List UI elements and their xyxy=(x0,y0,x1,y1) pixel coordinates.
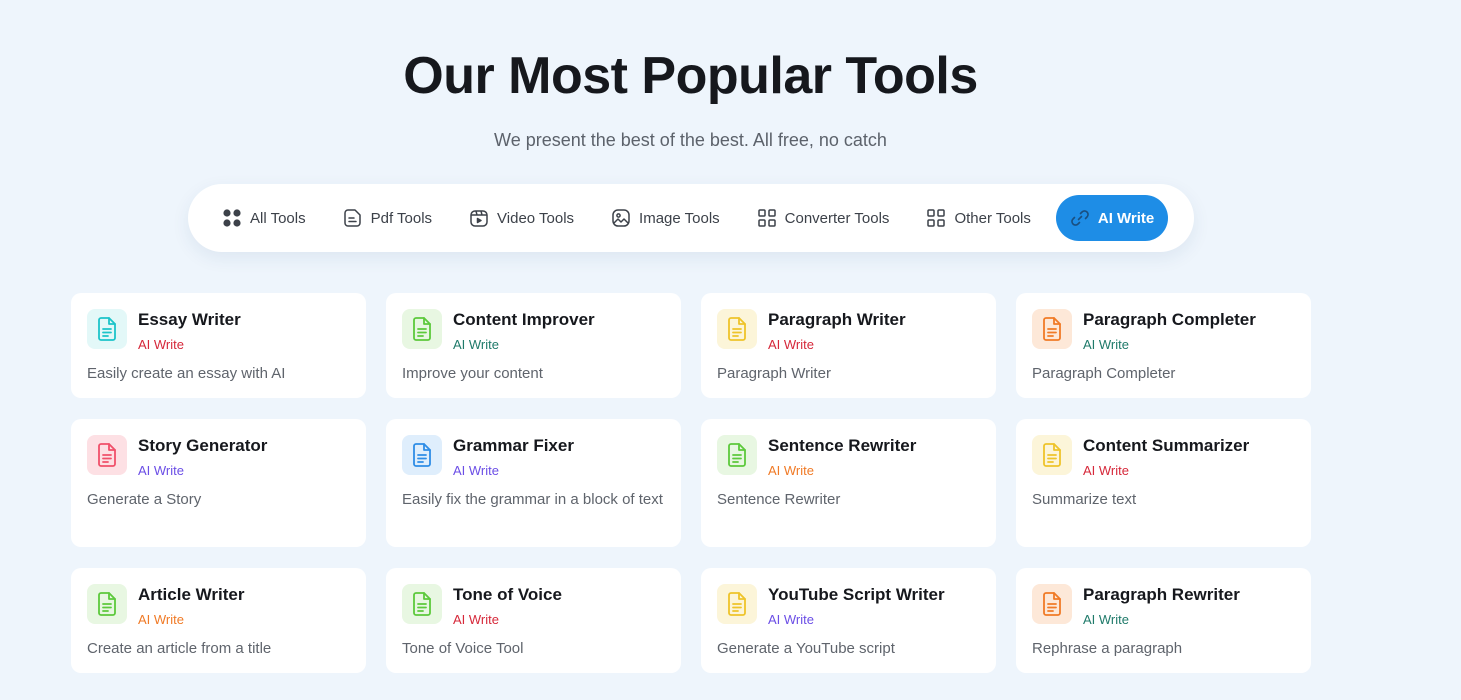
page-title: Our Most Popular Tools xyxy=(403,47,978,105)
tab-ai-write[interactable]: AI Write xyxy=(1055,195,1169,241)
tab-pdf-tools[interactable]: Pdf Tools xyxy=(331,195,444,241)
tool-card-paragraph-completer[interactable]: Paragraph Completer AI Write Paragraph C… xyxy=(1016,293,1311,398)
document-icon xyxy=(402,584,442,624)
tool-category: AI Write xyxy=(1083,612,1129,627)
pdf-file-icon xyxy=(343,208,363,228)
tab-label: Video Tools xyxy=(497,209,575,227)
tool-category: AI Write xyxy=(453,463,499,478)
document-icon xyxy=(1032,435,1072,475)
tool-title: Article Writer xyxy=(138,585,245,604)
document-icon xyxy=(402,435,442,475)
tool-category: AI Write xyxy=(453,337,499,352)
image-icon xyxy=(611,208,631,228)
tool-card-sentence-rewriter[interactable]: Sentence Rewriter AI Write Sentence Rewr… xyxy=(701,419,996,547)
tool-description: Summarize text xyxy=(1032,491,1137,508)
tab-label: Converter Tools xyxy=(784,209,890,227)
tab-label: AI Write xyxy=(1097,209,1155,227)
document-icon xyxy=(1032,584,1072,624)
tool-category: AI Write xyxy=(768,337,814,352)
document-icon xyxy=(87,309,127,349)
tool-category: AI Write xyxy=(138,612,184,627)
tool-description: Improve your content xyxy=(402,365,543,382)
tool-card-article-writer[interactable]: Article Writer AI Write Create an articl… xyxy=(71,568,366,673)
tool-description: Paragraph Completer xyxy=(1032,365,1176,382)
tool-description: Easily create an essay with AI xyxy=(87,365,286,382)
tool-description: Tone of Voice Tool xyxy=(402,640,524,657)
document-icon xyxy=(717,309,757,349)
tool-title: Tone of Voice xyxy=(453,585,562,604)
tool-card-paragraph-writer[interactable]: Paragraph Writer AI Write Paragraph Writ… xyxy=(701,293,996,398)
document-icon xyxy=(717,584,757,624)
tool-category: AI Write xyxy=(1083,337,1129,352)
tool-title: Content Summarizer xyxy=(1083,436,1250,455)
document-icon xyxy=(717,435,757,475)
tab-label: Pdf Tools xyxy=(370,209,433,227)
tool-category: AI Write xyxy=(138,337,184,352)
tool-title: Content Improver xyxy=(453,310,595,329)
grid-dots-icon xyxy=(222,208,242,228)
tab-label: Image Tools xyxy=(639,209,720,227)
tool-card-tone-of-voice[interactable]: Tone of Voice AI Write Tone of Voice Too… xyxy=(386,568,681,673)
tool-title: Sentence Rewriter xyxy=(768,436,917,455)
grid-squares-icon xyxy=(926,208,946,228)
tool-title: Grammar Fixer xyxy=(453,436,574,455)
tool-card-content-improver[interactable]: Content Improver AI Write Improve your c… xyxy=(386,293,681,398)
tab-other-tools[interactable]: Other Tools xyxy=(914,195,1042,241)
link-icon xyxy=(1070,208,1090,228)
tool-category: AI Write xyxy=(138,463,184,478)
tab-converter-tools[interactable]: Converter Tools xyxy=(745,195,902,241)
tool-category: AI Write xyxy=(768,463,814,478)
tab-label: Other Tools xyxy=(954,209,1031,227)
tool-description: Sentence Rewriter xyxy=(717,491,841,508)
tool-title: Essay Writer xyxy=(138,310,241,329)
tool-card-youtube-script-writer[interactable]: YouTube Script Writer AI Write Generate … xyxy=(701,568,996,673)
tool-category: AI Write xyxy=(768,612,814,627)
tool-card-story-generator[interactable]: Story Generator AI Write Generate a Stor… xyxy=(71,419,366,547)
tool-description: Rephrase a paragraph xyxy=(1032,640,1183,657)
tool-description: Create an article from a title xyxy=(87,640,272,657)
tool-description: Easily fix the grammar in a block of tex… xyxy=(402,491,663,508)
tool-title: Paragraph Rewriter xyxy=(1083,585,1240,604)
tool-description: Paragraph Writer xyxy=(717,365,831,382)
tool-description: Generate a Story xyxy=(87,491,202,508)
grid-squares-icon xyxy=(757,208,777,228)
tab-label: All Tools xyxy=(250,209,306,227)
tab-all-tools[interactable]: All Tools xyxy=(210,195,318,241)
video-icon xyxy=(469,208,489,228)
tool-category-tabs: All Tools Pdf Tools Video Tools Image To… xyxy=(188,184,1194,252)
tool-card-grammar-fixer[interactable]: Grammar Fixer AI Write Easily fix the gr… xyxy=(386,419,681,547)
tool-category: AI Write xyxy=(453,612,499,627)
tab-video-tools[interactable]: Video Tools xyxy=(457,195,586,241)
tool-category: AI Write xyxy=(1083,463,1129,478)
tool-title: Paragraph Writer xyxy=(768,310,906,329)
document-icon xyxy=(87,584,127,624)
tool-description: Generate a YouTube script xyxy=(717,640,895,657)
tool-card-content-summarizer[interactable]: Content Summarizer AI Write Summarize te… xyxy=(1016,419,1311,547)
page-subtitle: We present the best of the best. All fre… xyxy=(494,130,887,150)
tool-card-essay-writer[interactable]: Essay Writer AI Write Easily create an e… xyxy=(71,293,366,398)
document-icon xyxy=(402,309,442,349)
tool-title: Paragraph Completer xyxy=(1083,310,1256,329)
tool-title: Story Generator xyxy=(138,436,268,455)
document-icon xyxy=(1032,309,1072,349)
document-icon xyxy=(87,435,127,475)
tool-card-paragraph-rewriter[interactable]: Paragraph Rewriter AI Write Rephrase a p… xyxy=(1016,568,1311,673)
tab-image-tools[interactable]: Image Tools xyxy=(599,195,732,241)
tool-title: YouTube Script Writer xyxy=(768,585,945,604)
